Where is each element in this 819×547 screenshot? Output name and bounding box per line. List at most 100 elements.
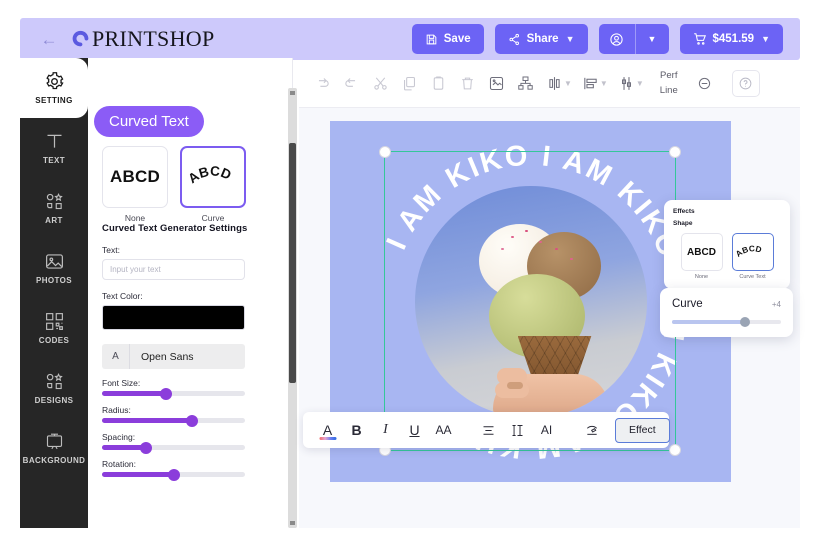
crop-image-icon[interactable]: [482, 65, 511, 103]
perf-line-label-2: Line: [659, 84, 678, 96]
brand-logo: PRINTSHOP: [70, 26, 215, 52]
undo-icon[interactable]: [337, 65, 366, 103]
scroll-up-arrow-icon[interactable]: [290, 91, 295, 95]
text-input[interactable]: [102, 259, 245, 280]
ai-icon[interactable]: AI: [533, 416, 560, 444]
qr-code-icon: [43, 310, 65, 332]
sidebar-item-codes[interactable]: CODES: [20, 298, 88, 358]
app-root: ← PRINTSHOP Save Share ▼ ▼ $451.59 ▼ SET…: [0, 0, 819, 547]
save-button[interactable]: Save: [411, 24, 484, 54]
curve-tool-icon[interactable]: [578, 416, 605, 444]
text-field-label: Text:: [102, 245, 120, 255]
slider-fill: [102, 472, 174, 477]
selection-box: [379, 146, 681, 456]
curve-thumb[interactable]: [740, 317, 751, 327]
account-button[interactable]: [599, 24, 635, 54]
curved-abcd-sample-icon: ABCD: [186, 163, 234, 186]
chevron-down-icon[interactable]: ▼: [564, 79, 572, 88]
chevron-down-icon[interactable]: ▼: [600, 79, 608, 88]
printshop-mark-icon: [70, 29, 91, 50]
sidebar-item-art[interactable]: ART: [20, 178, 88, 238]
account-dropdown-button[interactable]: ▼: [636, 24, 669, 54]
copy-icon[interactable]: [395, 65, 424, 103]
sidebar-item-background[interactable]: BACKGROUND: [20, 418, 88, 478]
app-header: ← PRINTSHOP Save Share ▼ ▼ $451.59 ▼: [20, 18, 800, 60]
shape-option-none-card[interactable]: ABCD: [102, 146, 168, 208]
radius-track[interactable]: [102, 414, 245, 427]
sidebar-item-photos[interactable]: PHOTOS: [20, 238, 88, 298]
spacing-label: Spacing:: [102, 432, 136, 442]
sidebar-item-text[interactable]: TEXT: [20, 118, 88, 178]
perf-line-button[interactable]: Perf Line: [653, 69, 685, 98]
shape-option-curve-card[interactable]: ABCD: [180, 146, 246, 208]
sidebar-item-label: ART: [45, 216, 63, 226]
slider-thumb[interactable]: [160, 387, 173, 400]
text-color-swatch[interactable]: [102, 305, 245, 330]
cart-button[interactable]: $451.59 ▼: [679, 24, 783, 54]
header-actions: Save Share ▼ ▼ $451.59 ▼: [411, 24, 783, 54]
shape-sample-none: ABCD: [110, 167, 160, 186]
delete-icon[interactable]: [453, 65, 482, 103]
redo-icon[interactable]: [308, 65, 337, 103]
shape-option-label: Curve: [201, 213, 225, 223]
effects-option-none: ABCD None: [680, 233, 723, 280]
help-button[interactable]: [731, 70, 760, 97]
save-label: Save: [443, 33, 471, 45]
image-icon: [43, 250, 65, 272]
shape-option-cards: ABCD None ABCD Curve: [102, 146, 246, 223]
share-label: Share: [526, 33, 559, 45]
font-size-slider: Font Size:: [102, 378, 252, 400]
left-rail: SETTING TEXT ART PHOTOS CODES DESIGNS BA…: [20, 58, 88, 528]
sidebar-item-designs[interactable]: DESIGNS: [20, 358, 88, 418]
effect-button[interactable]: Effect: [615, 417, 670, 443]
curve-value: +4: [771, 300, 781, 309]
slider-thumb[interactable]: [186, 414, 199, 427]
scroll-down-arrow-icon[interactable]: [290, 521, 295, 525]
effects-option-label: None: [694, 274, 709, 280]
resize-handle-br[interactable]: [669, 444, 681, 456]
effects-option-curve-text-card[interactable]: ABCD: [731, 233, 774, 271]
slider-thumb[interactable]: [140, 441, 153, 454]
font-size-track[interactable]: [102, 387, 245, 400]
cut-icon[interactable]: [366, 65, 395, 103]
italic-icon[interactable]: I: [372, 416, 399, 444]
underline-icon[interactable]: U: [401, 416, 428, 444]
slider-thumb[interactable]: [167, 468, 180, 481]
effects-option-none-card[interactable]: ABCD: [680, 233, 723, 271]
cart-icon: [693, 32, 707, 46]
scrollbar-thumb[interactable]: [289, 143, 296, 383]
group-icon[interactable]: [511, 65, 540, 103]
paste-icon[interactable]: [424, 65, 453, 103]
svg-text:ABCD: ABCD: [734, 244, 762, 259]
font-badge-icon: A: [102, 344, 130, 369]
effects-shape-cards: ABCD None ABCD Curve Text: [673, 233, 781, 280]
curve-slider-popup: Curve +4: [660, 288, 793, 337]
align-text-icon[interactable]: [475, 416, 502, 444]
spacing-track[interactable]: [102, 441, 245, 454]
chevron-down-icon: ▼: [647, 34, 657, 44]
slider-fill: [102, 418, 193, 423]
bold-icon[interactable]: B: [343, 416, 370, 444]
effects-sample-none: ABCD: [687, 246, 716, 258]
back-arrow-icon[interactable]: ←: [38, 28, 60, 50]
letter-case-icon[interactable]: AA: [430, 416, 457, 444]
resize-handle-tr[interactable]: [669, 146, 681, 158]
text-format-toolbar: A B I U AA AI Effect: [303, 412, 670, 448]
sidebar-item-setting[interactable]: SETTING: [20, 58, 88, 118]
curve-track[interactable]: [672, 317, 781, 327]
shapes-icon: [43, 190, 65, 212]
resize-handle-tl[interactable]: [379, 146, 391, 158]
chevron-down-icon[interactable]: ▼: [636, 79, 644, 88]
font-selector[interactable]: A Open Sans: [102, 344, 245, 369]
rotation-track[interactable]: [102, 468, 245, 481]
curved-text-badge: Curved Text: [94, 106, 204, 137]
slider-fill: [102, 391, 167, 396]
line-height-icon[interactable]: [504, 416, 531, 444]
perf-circle-icon[interactable]: [690, 65, 719, 103]
panel-scrollbar[interactable]: [288, 88, 297, 528]
radius-label: Radius:: [102, 405, 131, 415]
share-button[interactable]: Share ▼: [494, 24, 588, 54]
sidebar-item-label: DESIGNS: [34, 396, 74, 406]
brand-name: PRINTSHOP: [92, 26, 215, 51]
text-color-icon[interactable]: A: [314, 416, 341, 444]
